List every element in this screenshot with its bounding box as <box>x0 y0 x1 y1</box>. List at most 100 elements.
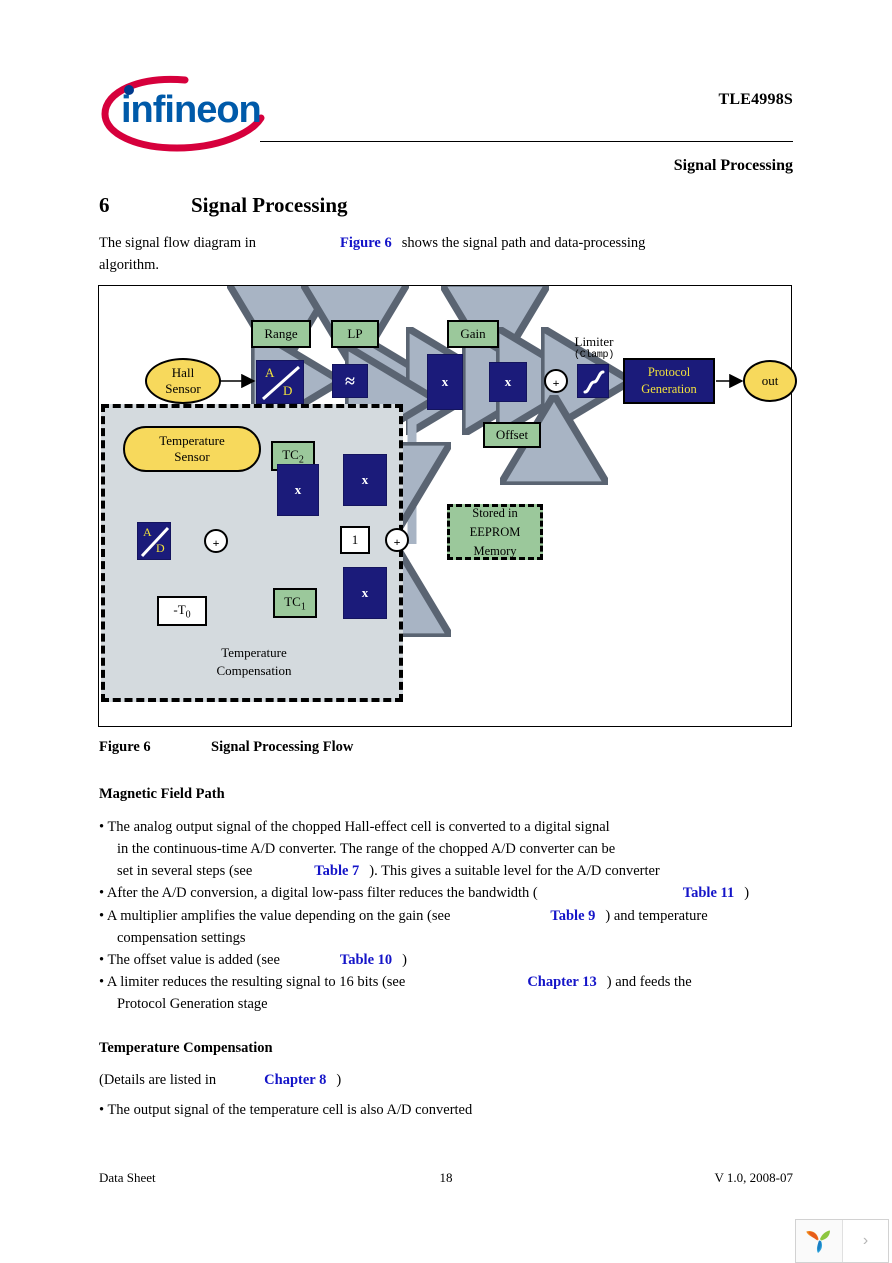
mfp-line-7: • The offset value is added (see Table 10… <box>99 949 799 971</box>
multiplier-3-label: x <box>294 482 302 497</box>
sigmoid-icon <box>583 370 605 394</box>
intro-text-before: The signal flow diagram in <box>99 235 257 251</box>
figure-frame: Temperature Compensation Range LP Gain H… <box>98 285 797 727</box>
tc2-text: TC <box>282 446 299 462</box>
multiplier-4-label: x <box>361 472 369 487</box>
minus-t0-text: -T <box>173 601 186 617</box>
block-multiplier-2[interactable]: x <box>489 362 527 402</box>
ad-label-a: A <box>265 365 275 380</box>
mfp-line-9: Protocol Generation stage <box>117 996 268 1012</box>
signal-processing-diagram: Temperature Compensation Range LP Gain H… <box>99 286 797 726</box>
block-multiplier-3[interactable]: x <box>277 464 319 516</box>
mfp-line-4-pre: • After the A/D conversion, a digital lo… <box>99 885 538 901</box>
limiter-sublabel: (Clamp) <box>574 350 614 361</box>
legend-eeprom-storage: Stored in EEPROM Memory <box>447 504 543 560</box>
chevron-right-icon[interactable]: › <box>843 1220 888 1262</box>
block-multiplier-4[interactable]: x <box>343 454 387 506</box>
tc1-label: TC1 <box>284 594 306 613</box>
block-minus-t0[interactable]: -T0 <box>157 596 207 626</box>
mfp-line-3-pre: set in several steps (see <box>117 863 253 879</box>
intro-text-after: shows the signal path and data-processin… <box>401 235 646 251</box>
tc1-sub: 1 <box>300 601 306 613</box>
mfp-line-4-post: ) <box>744 885 750 901</box>
mfp-line-7-post: ) <box>402 952 407 968</box>
temp-sensor-line1: Temperature <box>159 433 225 448</box>
mfp-line-3-post: ). This gives a suitable level for the A… <box>369 863 660 879</box>
link-figure-6[interactable]: Figure 6 <box>340 235 392 251</box>
hall-sensor-line1: Hall <box>171 365 195 380</box>
block-out[interactable]: out <box>743 360 797 402</box>
multiplier-1-label: x <box>441 374 449 389</box>
chevron-right-glyph: › <box>862 1232 869 1249</box>
part-number: TLE4998S <box>718 91 793 108</box>
block-protocol-generation[interactable]: Protocol Generation <box>623 358 715 404</box>
page-header: infineon TLE4998S Signal Processing <box>0 0 892 190</box>
block-constant-one[interactable]: 1 <box>340 526 370 554</box>
link-chapter-13[interactable]: Chapter 13 <box>527 974 596 990</box>
block-temperature-sensor[interactable]: Temperature Sensor <box>123 426 261 472</box>
link-table-10[interactable]: Table 10 <box>340 952 392 968</box>
mfp-line-8-pre: • A limiter reduces the resulting signal… <box>99 974 406 990</box>
protocol-line1: Protocol <box>647 365 691 379</box>
floating-toolbar[interactable]: › <box>795 1219 889 1263</box>
svg-text:infineon: infineon <box>121 89 261 131</box>
summation-node-3: + <box>385 528 409 552</box>
lowpass-symbol: ≈ <box>345 370 355 391</box>
mfp-line-5-post: ) and temperature <box>605 908 708 924</box>
block-lp[interactable]: LP <box>331 320 379 348</box>
block-range[interactable]: Range <box>251 320 311 348</box>
chapter-title: Signal Processing <box>191 193 348 217</box>
mfp-line-4: • After the A/D conversion, a digital lo… <box>99 882 799 904</box>
block-multiplier-5[interactable]: x <box>343 567 387 619</box>
mfp-line-5: • A multiplier amplifies the value depen… <box>99 905 799 927</box>
block-tc1[interactable]: TC1 <box>273 588 317 618</box>
figure-caption-title: Signal Processing Flow <box>211 739 354 755</box>
mfp-line-2: in the continuous-time A/D converter. Th… <box>117 841 616 857</box>
temperature-compensation-region-label: Temperature Compensation <box>199 644 309 680</box>
mfp-line-7-pre: • The offset value is added (see <box>99 952 280 968</box>
youdao-leaf-icon[interactable] <box>796 1220 843 1262</box>
limiter-label: Limiter <box>574 334 614 349</box>
mfp-line-6: compensation settings <box>117 930 246 946</box>
summation-node-1: + <box>544 369 568 393</box>
tc2-label: TC2 <box>282 447 304 466</box>
tc-details-suffix: ) <box>336 1072 342 1088</box>
summation-node-2: + <box>204 529 228 553</box>
heading-magnetic-field-path: Magnetic Field Path <box>99 786 225 802</box>
mfp-line-3: set in several steps (see Table 7 ). This … <box>99 860 817 882</box>
eeprom-line1: Stored in <box>472 505 518 520</box>
infineon-logo-svg: infineon <box>101 75 265 152</box>
link-table-11[interactable]: Table 11 <box>683 885 734 901</box>
intro-line2: algorithm. <box>99 257 160 273</box>
block-limiter[interactable] <box>577 364 609 398</box>
multiplier-2-label: x <box>504 374 512 389</box>
mfp-line-8-post: ) and feeds the <box>606 974 692 990</box>
figure-caption-number: Figure 6 <box>99 739 151 755</box>
mfp-line-8: • A limiter reduces the resulting signal… <box>99 971 799 993</box>
link-chapter-8[interactable]: Chapter 8 <box>264 1072 326 1088</box>
ad-label-d: D <box>283 383 293 398</box>
block-ad-converter-main[interactable]: A D <box>256 360 304 404</box>
figure-caption: Figure 6 Signal Processing Flow <box>99 739 353 756</box>
block-multiplier-1[interactable]: x <box>427 354 463 410</box>
summation-3-sign: + <box>393 535 401 549</box>
intro-paragraph: The signal flow diagram in Figure 6 shows … <box>99 232 799 276</box>
block-offset[interactable]: Offset <box>483 422 541 448</box>
tc-details-line: (Details are listed in Chapter 8) <box>99 1069 799 1091</box>
block-hall-sensor[interactable]: Hall Sensor <box>145 358 221 404</box>
tc-region-line2: Compensation <box>216 663 292 678</box>
block-gain[interactable]: Gain <box>447 320 499 348</box>
constant-one-label: 1 <box>351 532 359 547</box>
block-offset-label: Offset <box>495 427 529 442</box>
minus-t0-sub: 0 <box>185 609 191 621</box>
footer-version: V 1.0, 2008-07 <box>714 1170 793 1185</box>
block-lowpass-filter[interactable]: ≈ <box>332 364 368 398</box>
limiter-caption: Limiter (Clamp) <box>554 334 634 361</box>
multiplier-5-label: x <box>361 585 369 600</box>
link-table-9[interactable]: Table 9 <box>550 908 595 924</box>
header-section-title: Signal Processing <box>673 157 793 174</box>
block-ad-converter-temp[interactable]: A D <box>137 522 171 560</box>
link-table-7[interactable]: Table 7 <box>314 863 359 879</box>
hall-sensor-line2: Sensor <box>165 381 201 396</box>
tc-bullet-1: • The output signal of the temperature c… <box>99 1102 473 1118</box>
